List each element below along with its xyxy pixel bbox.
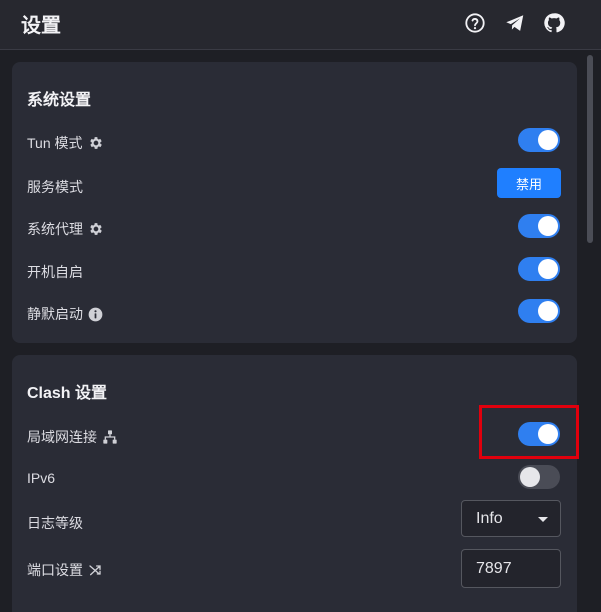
github-icon[interactable] (543, 12, 565, 34)
shuffle-icon[interactable] (88, 562, 104, 578)
system-proxy-switch[interactable] (518, 214, 560, 238)
chevron-down-icon (538, 517, 548, 522)
port-row: 端口设置 7897 (12, 549, 577, 589)
section-title: Clash 设置 (27, 385, 108, 402)
system-proxy-label: 系统代理 (27, 221, 83, 237)
highlight-box (479, 405, 579, 459)
ipv6-switch[interactable] (518, 465, 560, 489)
tun-mode-switch[interactable] (518, 128, 560, 152)
ipv6-label: IPv6 (27, 470, 56, 486)
section-title: 系统设置 (27, 92, 92, 109)
log-level-label: 日志等级 (27, 515, 83, 531)
scrollbar-thumb[interactable] (587, 55, 593, 243)
silent-start-switch[interactable] (518, 299, 560, 323)
clash-settings-card: Clash 设置 局域网连接 IPv6 日志等级 Info 端口设置 7897 (12, 355, 577, 612)
service-mode-row: 服务模式 禁用 (12, 166, 577, 206)
ipv6-row: IPv6 (12, 459, 577, 499)
service-mode-label: 服务模式 (27, 179, 83, 195)
gear-icon[interactable] (88, 221, 104, 237)
system-proxy-row: 系统代理 (12, 208, 577, 248)
log-level-select[interactable]: Info (461, 500, 561, 537)
telegram-icon[interactable] (504, 12, 526, 34)
allow-lan-label: 局域网连接 (27, 429, 97, 445)
system-settings-card: 系统设置 Tun 模式 服务模式 禁用 系统代理 开机自启 静默启动 (12, 62, 577, 343)
page-title: 设置 (21, 15, 61, 37)
gear-icon[interactable] (88, 135, 104, 151)
port-value: 7897 (476, 560, 512, 577)
auto-launch-switch[interactable] (518, 257, 560, 281)
silent-start-row: 静默启动 (12, 293, 577, 333)
silent-start-label: 静默启动 (27, 306, 83, 322)
app-header: 设置 (0, 0, 601, 50)
info-icon[interactable] (88, 307, 103, 322)
tun-mode-label: Tun 模式 (27, 135, 83, 151)
auto-launch-label: 开机自启 (27, 264, 83, 280)
port-input[interactable]: 7897 (461, 549, 561, 588)
port-label: 端口设置 (27, 562, 83, 578)
network-icon[interactable] (102, 429, 118, 445)
auto-launch-row: 开机自启 (12, 251, 577, 291)
log-level-row: 日志等级 Info (12, 500, 577, 542)
service-mode-disable-button[interactable]: 禁用 (497, 168, 561, 198)
log-level-value: Info (476, 510, 503, 527)
tun-mode-row: Tun 模式 (12, 122, 577, 162)
help-circle-icon[interactable] (464, 12, 486, 34)
